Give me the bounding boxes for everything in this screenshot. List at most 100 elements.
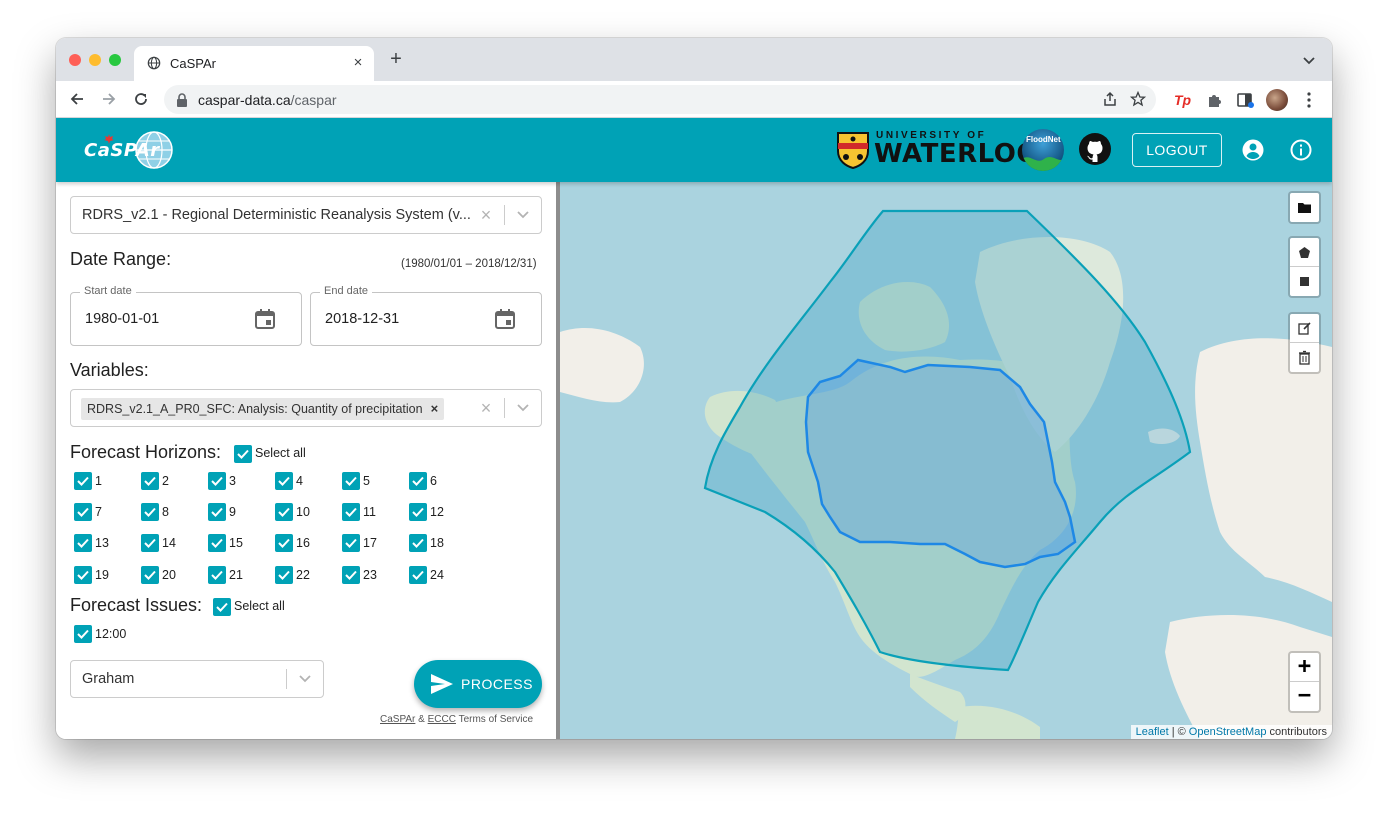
floodnet-logo[interactable]: FloodNet: [1022, 129, 1064, 171]
horizons-select-all-checkbox[interactable]: [234, 445, 252, 463]
horizon-label: 24: [430, 568, 444, 582]
horizon-label: 17: [363, 536, 377, 550]
zoom-out-label: −: [1297, 683, 1312, 708]
horizon-checkbox[interactable]: [409, 566, 427, 584]
horizon-checkbox[interactable]: [74, 566, 92, 584]
dataset-select[interactable]: RDRS_v2.1 - Regional Deterministic Reana…: [70, 196, 542, 234]
chevron-down-icon[interactable]: [299, 674, 311, 684]
browser-tab[interactable]: CaSPAr ×: [134, 46, 374, 81]
date-range-heading: Date Range:: [70, 249, 172, 269]
horizon-checkbox[interactable]: [409, 503, 427, 521]
variables-select[interactable]: RDRS_v2.1_A_PR0_SFC: Analysis: Quantity …: [70, 389, 542, 427]
university-of-waterloo-logo[interactable]: UNIVERSITY OF WATERLOO: [836, 129, 1038, 171]
issues-select-all-checkbox[interactable]: [213, 598, 231, 616]
leaflet-link[interactable]: Leaflet: [1136, 726, 1169, 738]
horizon-label: 1: [95, 474, 102, 488]
clear-icon[interactable]: ×: [479, 205, 493, 226]
edit-layers-button[interactable]: [1290, 314, 1319, 343]
rectangle-icon: [1300, 277, 1309, 286]
profile-avatar[interactable]: [1266, 89, 1288, 111]
chevron-down-icon[interactable]: [517, 210, 529, 220]
horizon-checkbox[interactable]: [342, 534, 360, 552]
close-window-button[interactable]: [69, 54, 81, 66]
tp-extension-icon[interactable]: Tp: [1174, 91, 1192, 109]
open-folder-button[interactable]: [1290, 193, 1319, 222]
map-view[interactable]: + − Leaflet | © OpenStreetMap contributo…: [560, 182, 1332, 739]
account-circle-icon[interactable]: [1241, 138, 1265, 162]
horizon-checkbox[interactable]: [74, 472, 92, 490]
start-date-field[interactable]: Start date 1980-01-01: [70, 285, 302, 346]
start-date-value: 1980-01-01: [85, 311, 160, 327]
horizon-checkbox[interactable]: [409, 534, 427, 552]
horizon-label: 4: [296, 474, 303, 488]
reading-mode-icon[interactable]: [1236, 91, 1254, 109]
calendar-icon[interactable]: [254, 308, 276, 330]
horizon-label: 18: [430, 536, 444, 550]
caspar-link[interactable]: CaSPAr: [380, 714, 415, 725]
horizon-checkbox[interactable]: [208, 566, 226, 584]
openstreetmap-link[interactable]: OpenStreetMap: [1189, 726, 1267, 738]
server-select[interactable]: Graham: [70, 660, 324, 698]
back-arrow-icon[interactable]: [68, 90, 86, 108]
process-button[interactable]: PROCESS: [414, 660, 542, 708]
issue-label: 12:00: [95, 627, 127, 641]
globe-icon: [147, 56, 161, 70]
select-separator: [286, 669, 287, 689]
horizon-checkbox[interactable]: [141, 503, 159, 521]
puzzle-extensions-icon[interactable]: [1206, 91, 1224, 109]
chevron-down-icon[interactable]: [1302, 53, 1316, 67]
clear-icon[interactable]: ×: [479, 398, 493, 419]
forward-arrow-icon[interactable]: [100, 90, 118, 108]
reload-icon[interactable]: [132, 90, 150, 108]
land-central-america: [910, 674, 966, 722]
horizon-checkbox[interactable]: [74, 503, 92, 521]
draw-rectangle-button[interactable]: [1290, 267, 1319, 296]
tab-close-icon[interactable]: ×: [350, 54, 366, 71]
horizon-label: 8: [162, 505, 169, 519]
start-date-label: Start date: [80, 285, 136, 297]
horizon-checkbox[interactable]: [141, 566, 159, 584]
chip-remove-icon[interactable]: ×: [431, 401, 439, 416]
info-icon[interactable]: [1289, 138, 1313, 162]
draw-polygon-button[interactable]: [1290, 238, 1319, 267]
eccc-link[interactable]: ECCC: [428, 714, 456, 725]
end-date-field[interactable]: End date 2018-12-31: [310, 285, 542, 346]
maximize-window-button[interactable]: [109, 54, 121, 66]
zoom-control: + −: [1288, 651, 1321, 713]
horizon-checkbox[interactable]: [275, 566, 293, 584]
new-tab-button[interactable]: +: [386, 49, 406, 69]
amp-text: &: [418, 714, 425, 725]
edit-icon: [1298, 322, 1311, 335]
delete-layers-button[interactable]: [1290, 343, 1319, 372]
horizon-checkbox[interactable]: [275, 472, 293, 490]
folder-icon: [1298, 203, 1311, 213]
horizon-checkbox[interactable]: [409, 472, 427, 490]
horizon-checkbox[interactable]: [208, 503, 226, 521]
issue-checkbox[interactable]: [74, 625, 92, 643]
horizon-checkbox[interactable]: [141, 534, 159, 552]
share-icon[interactable]: [1102, 91, 1118, 107]
end-date-label: End date: [320, 285, 373, 297]
caspar-logo[interactable]: CaSPAr: [82, 128, 178, 172]
logout-button[interactable]: LOGOUT: [1132, 133, 1222, 167]
horizon-checkbox[interactable]: [208, 472, 226, 490]
more-vert-icon[interactable]: [1304, 91, 1314, 109]
horizon-checkbox[interactable]: [74, 534, 92, 552]
zoom-in-button[interactable]: +: [1290, 653, 1319, 682]
sidebar-panel: RDRS_v2.1 - Regional Deterministic Reana…: [56, 182, 557, 739]
horizon-checkbox[interactable]: [275, 534, 293, 552]
minimize-window-button[interactable]: [89, 54, 101, 66]
zoom-out-button[interactable]: −: [1290, 682, 1319, 711]
address-bar[interactable]: caspar-data.ca/caspar: [164, 85, 1156, 114]
horizon-checkbox[interactable]: [342, 503, 360, 521]
horizon-checkbox[interactable]: [141, 472, 159, 490]
horizon-checkbox[interactable]: [275, 503, 293, 521]
horizon-checkbox[interactable]: [342, 472, 360, 490]
horizon-checkbox[interactable]: [208, 534, 226, 552]
horizon-checkbox[interactable]: [342, 566, 360, 584]
star-icon[interactable]: [1130, 91, 1146, 107]
chevron-down-icon[interactable]: [517, 403, 529, 413]
github-icon[interactable]: [1078, 132, 1112, 166]
calendar-icon[interactable]: [494, 308, 516, 330]
land-asia-east: [560, 327, 644, 403]
